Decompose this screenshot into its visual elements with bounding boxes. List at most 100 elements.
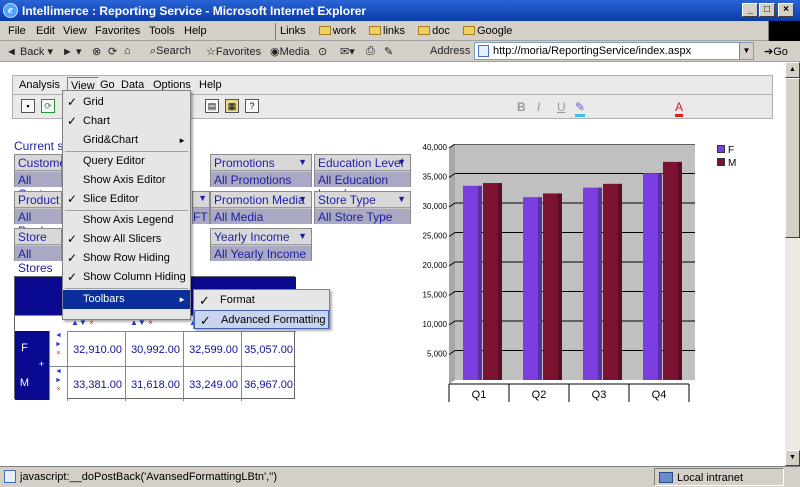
x-tick-label: Q2 (532, 389, 547, 401)
minimize-button[interactable]: _ (742, 3, 758, 17)
slicer-product[interactable]: Product All Produ (14, 191, 62, 238)
y-tick-label: 5,000 (427, 350, 448, 359)
favorites-button[interactable]: ☆Favorites (206, 45, 261, 58)
forward-button[interactable]: ► ▾ (62, 45, 81, 58)
slicer-fragment-text: FT (193, 209, 209, 224)
slicer-title: Store (15, 229, 61, 245)
row-sort-controls-m[interactable]: ◄ ► × (49, 366, 67, 400)
font-color-button[interactable]: A (675, 100, 684, 117)
highlight-pen-icon[interactable]: ✎ (575, 100, 586, 117)
search-button[interactable]: ⌕Search (150, 45, 191, 58)
dropdown-arrow-icon[interactable]: ▼ (397, 157, 406, 167)
slicer-yearly-income[interactable]: Yearly Income ▼ All Yearly Income (210, 228, 312, 261)
menu-file[interactable]: File (8, 25, 26, 37)
slicer-customers[interactable]: Custome All Custo (14, 154, 66, 201)
menu-item-slice-editor[interactable]: ✓ Slice Editor (63, 190, 190, 209)
menu-favorites[interactable]: Favorites (95, 25, 140, 37)
slicer-title: Promotion Media ▼ (211, 192, 311, 208)
slicer-promotions[interactable]: Promotions ▼ All Promotions (210, 154, 312, 187)
menu-tools[interactable]: Tools (149, 25, 175, 37)
menu-item-show-all-slicers[interactable]: ✓ Show All Slicers (63, 230, 190, 249)
save-icon[interactable]: ▪ (21, 99, 35, 113)
go-button[interactable]: ➔Go (764, 45, 788, 58)
slicer-title: Yearly Income ▼ (211, 229, 311, 245)
close-button[interactable]: × (778, 3, 794, 17)
scroll-thumb[interactable] (785, 78, 800, 238)
check-icon: ✓ (199, 293, 210, 308)
bar-shade-M-Q1 (498, 183, 502, 380)
menu-item-show-axis-legend[interactable]: Show Axis Legend (63, 211, 190, 230)
dropdown-arrow-icon[interactable]: ▼ (397, 194, 406, 204)
slicer-education-level[interactable]: Education Level▼ All Education Level (314, 154, 411, 201)
dropdown-arrow-icon[interactable]: ▼ (298, 157, 307, 167)
row-sort-controls-f[interactable]: ◄ ► × (49, 331, 67, 366)
grid-cell: 30,992.00 (125, 331, 183, 366)
help-icon[interactable]: ? (245, 99, 259, 113)
menu-edit[interactable]: Edit (36, 25, 55, 37)
grid-cell: 33,381.00 (67, 366, 125, 401)
edit-button[interactable]: ✎ (384, 45, 393, 58)
table-icon[interactable]: ▦ (225, 99, 239, 113)
stop-button[interactable]: ⊗ (92, 45, 101, 58)
submenu-item-format[interactable]: ✓ Format (194, 291, 329, 310)
menu-item-show-column-hiding[interactable]: ✓ Show Column Hiding (63, 268, 190, 287)
scroll-down-icon[interactable]: ▼ (785, 450, 800, 466)
slicer-promotion-media[interactable]: Promotion Media ▼ All Media (210, 191, 312, 224)
y-tick-label: 20,000 (423, 261, 448, 270)
browser-menubar: File Edit View Favorites Tools Help Link… (0, 21, 800, 41)
app-menu-analysis[interactable]: Analysis (19, 79, 60, 91)
history-button[interactable]: ⊙ (318, 45, 327, 58)
page-icon (4, 470, 16, 483)
menu-separator (65, 288, 188, 289)
menu-item-show-axis-editor[interactable]: Show Axis Editor (63, 171, 190, 190)
menu-item-grid[interactable]: ✓ Grid (63, 93, 190, 112)
home-button[interactable]: ⌂ (124, 45, 131, 57)
y-tick-label: 40,000 (423, 144, 448, 152)
address-input[interactable]: http://moria/ReportingService/index.aspx… (474, 42, 754, 60)
menu-item-chart[interactable]: ✓ Chart (63, 112, 190, 131)
address-dropdown-icon[interactable]: ▼ (739, 43, 753, 59)
grid-cell: 32,599.00 (183, 331, 241, 366)
check-icon: ✓ (67, 251, 78, 265)
grid-cell: 36,967.00 (241, 366, 296, 401)
report-icon[interactable]: ▤ (205, 99, 219, 113)
bold-button[interactable]: B (517, 100, 526, 114)
legend-swatch (717, 158, 725, 166)
slicer-store[interactable]: Store All Stores (14, 228, 62, 275)
menu-item-grid-chart[interactable]: Grid&Chart ► (63, 131, 190, 150)
maximize-button[interactable]: □ (759, 3, 775, 17)
menu-help[interactable]: Help (184, 25, 207, 37)
app-menu-help[interactable]: Help (199, 79, 222, 91)
y-tick-label: 35,000 (423, 173, 448, 182)
link-google[interactable]: Google (462, 23, 512, 40)
link-work[interactable]: work (318, 23, 356, 40)
dropdown-arrow-icon[interactable]: ▼ (298, 194, 307, 204)
menu-item-query-editor[interactable]: Query Editor (63, 152, 190, 171)
page-content: Analysis View Go Data Options Help ▪ ⟳ ▤… (0, 62, 785, 466)
media-button[interactable]: ◉Media (270, 45, 310, 58)
menu-view[interactable]: View (63, 25, 87, 37)
dropdown-arrow-icon[interactable]: ▼ (193, 192, 209, 208)
vertical-scrollbar[interactable]: ▲ ▼ (785, 62, 800, 466)
slicer-store-type[interactable]: Store Type ▼ All Store Type (314, 191, 411, 224)
menu-item-toolbars[interactable]: Toolbars ► (63, 290, 190, 309)
print-button[interactable]: ⎙ (366, 45, 375, 58)
favorites-icon: ☆ (206, 46, 216, 58)
menu-item-show-row-hiding[interactable]: ✓ Show Row Hiding (63, 249, 190, 268)
folder-icon (462, 26, 475, 35)
refresh-button[interactable]: ⟳ (108, 45, 117, 58)
row-header-f: F (15, 331, 34, 366)
expand-icon[interactable]: + (34, 331, 49, 400)
underline-button[interactable]: U (557, 100, 566, 114)
italic-button[interactable]: I (537, 100, 540, 114)
back-button[interactable]: ◄ Back ▾ (6, 45, 53, 58)
link-doc[interactable]: doc (418, 23, 450, 40)
refresh-icon[interactable]: ⟳ (41, 99, 55, 113)
folder-icon (418, 26, 431, 35)
link-links[interactable]: links (369, 23, 405, 40)
slicer-title: Education Level ▼ (315, 155, 410, 171)
submenu-item-advanced-formatting[interactable]: ✓ Advanced Formatting (194, 310, 329, 329)
dropdown-arrow-icon[interactable]: ▼ (298, 231, 307, 241)
mail-button[interactable]: ✉▾ (340, 45, 355, 58)
scroll-up-icon[interactable]: ▲ (785, 62, 800, 78)
